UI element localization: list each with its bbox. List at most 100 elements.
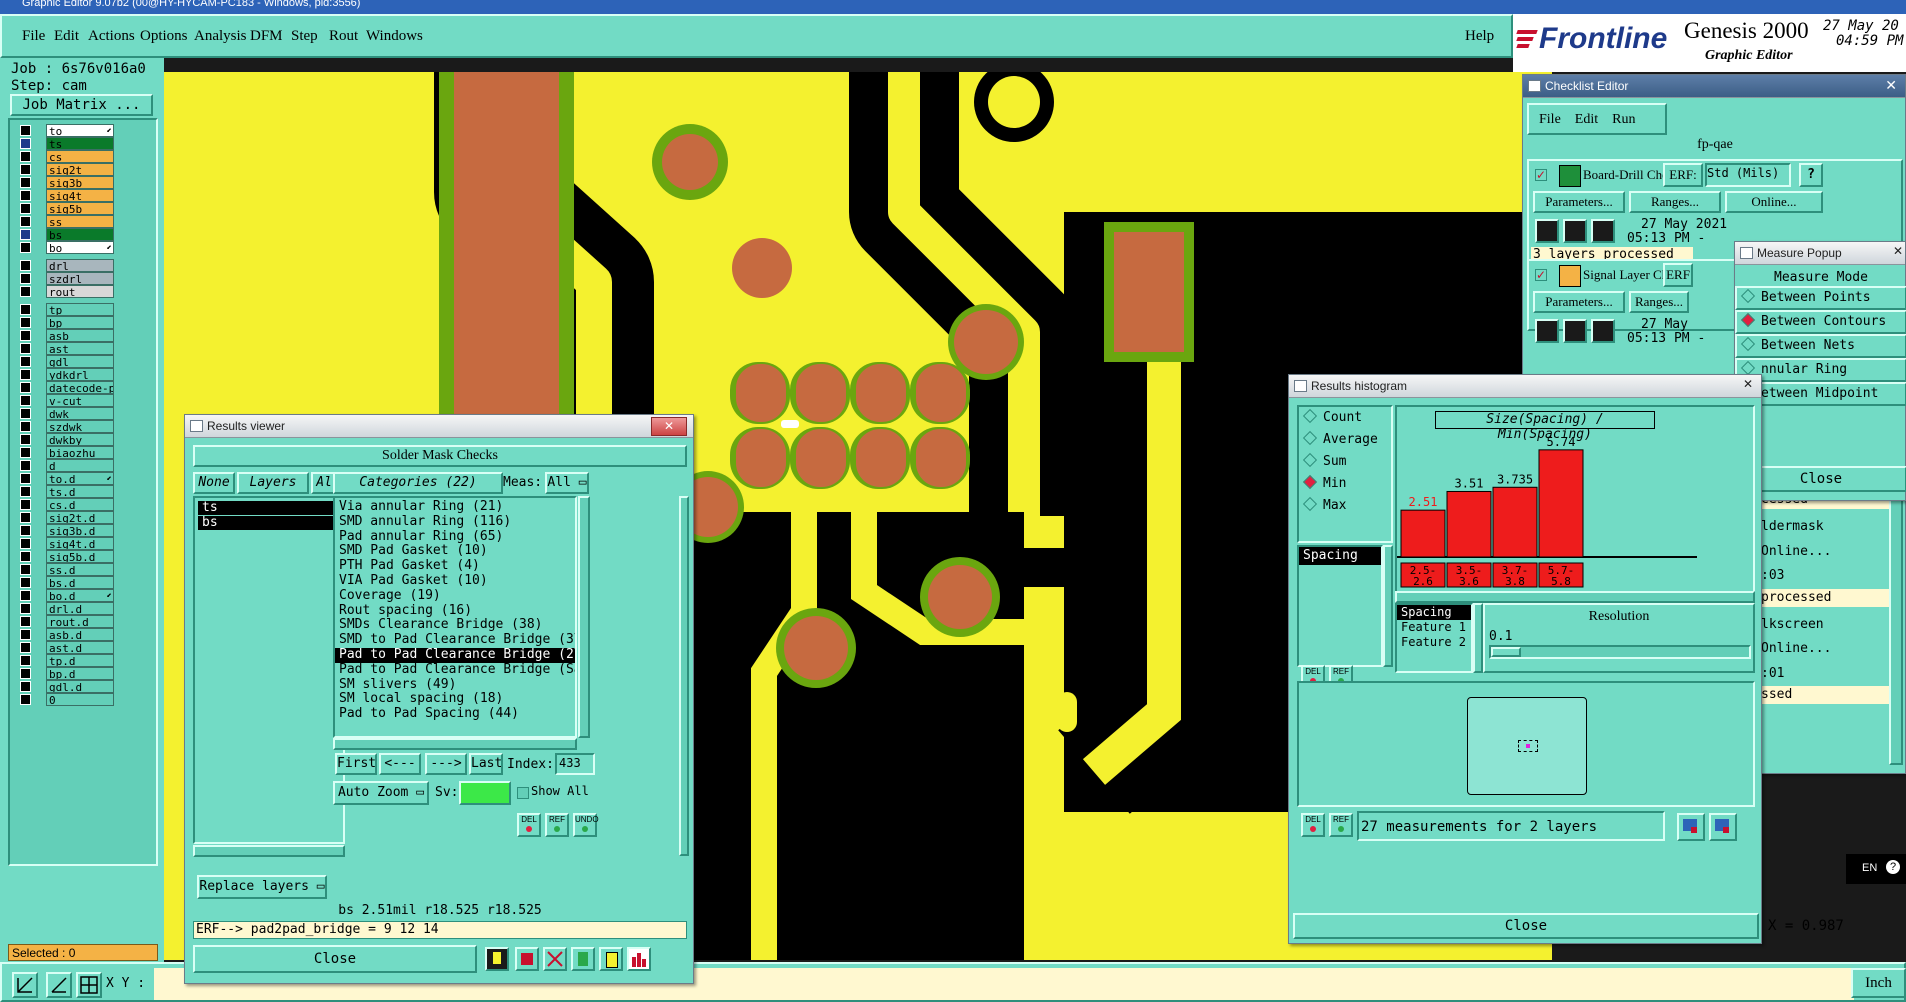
undo-icon[interactable]: UNDO	[573, 813, 599, 837]
category-item[interactable]: SMD Pad Gasket (10)	[335, 544, 575, 559]
menu-rout[interactable]: Rout	[329, 28, 358, 45]
category-item[interactable]: Via annular Ring (21)	[335, 499, 575, 515]
ranges-button-1[interactable]: Ranges...	[1629, 191, 1721, 213]
layer-label[interactable]: bs	[46, 228, 114, 241]
layer-checkbox[interactable]	[20, 229, 31, 240]
run-icon-2b[interactable]	[1563, 319, 1587, 343]
show-all-checkbox[interactable]	[517, 787, 529, 799]
layer-row[interactable]: dwk	[18, 407, 114, 420]
category-item[interactable]: SMD annular Ring (116)	[335, 514, 575, 530]
layer-checkbox[interactable]	[20, 330, 31, 341]
layer-row[interactable]: biaozhu	[18, 446, 114, 459]
layer-checkbox[interactable]	[20, 356, 31, 367]
erf-select-1[interactable]: ERF:	[1663, 163, 1703, 187]
layers-button[interactable]: Layers	[237, 472, 309, 494]
layer-checkbox[interactable]	[20, 177, 31, 188]
histogram-titlebar[interactable]: Results histogram ✕	[1289, 375, 1761, 398]
layer-label[interactable]: gdl.d	[46, 680, 114, 693]
layer-label[interactable]: ydkdrl	[46, 368, 114, 381]
layer-row[interactable]: bp.d	[18, 667, 114, 680]
hist-close-button[interactable]: Close	[1293, 913, 1759, 939]
results-viewer-titlebar[interactable]: Results viewer ✕	[185, 415, 693, 438]
layer-label[interactable]: ts.d	[46, 485, 114, 498]
prev-button[interactable]: <---	[379, 753, 421, 775]
layer-checkbox[interactable]	[20, 273, 31, 284]
index-input[interactable]: 433	[555, 753, 595, 775]
attr-item[interactable]: Feature 2	[1397, 635, 1471, 650]
layer-row[interactable]: gdl.d	[18, 680, 114, 693]
run-icon-1c[interactable]	[1591, 219, 1615, 243]
category-item[interactable]: Pad annular Ring (65)	[335, 529, 575, 545]
layer-row[interactable]: tp.d	[18, 654, 114, 667]
hist-ref-icon-2[interactable]: REF	[1329, 813, 1353, 837]
attr-item[interactable]: Feature 1	[1397, 620, 1471, 635]
category-item[interactable]: SM local spacing (18)	[335, 692, 575, 707]
resolution-slider[interactable]	[1489, 645, 1751, 659]
layer-checkbox[interactable]	[20, 616, 31, 627]
run-icon-1b[interactable]	[1563, 219, 1587, 243]
layer-label[interactable]: sig4t.d	[46, 537, 114, 550]
lang-indicator[interactable]: EN	[1862, 862, 1877, 874]
layer-row[interactable]: bs	[18, 228, 114, 241]
menu-dfm[interactable]: DFM	[250, 28, 283, 45]
layer-row[interactable]: 0	[18, 693, 114, 706]
layer-label[interactable]: sig3b.d	[46, 524, 114, 537]
histogram-close-icon[interactable]: ✕	[1743, 377, 1753, 391]
layer-row[interactable]: bo ⬋	[18, 241, 114, 254]
layer-row[interactable]: rout	[18, 285, 114, 298]
layer-row[interactable]: ydkdrl	[18, 368, 114, 381]
layer-checkbox[interactable]	[20, 512, 31, 523]
layer-label[interactable]: sig2t.d	[46, 511, 114, 524]
layer-checkbox[interactable]	[20, 260, 31, 271]
check-mark-icon-2[interactable]: ✓	[1535, 269, 1547, 281]
layer-row[interactable]: drl	[18, 259, 114, 272]
help-tray-icon[interactable]: ?	[1886, 860, 1900, 874]
layer-row[interactable]: v-cut	[18, 394, 114, 407]
sv-color-select[interactable]	[459, 781, 511, 805]
layer-label[interactable]: rout	[46, 285, 114, 298]
rv-vscroll-right[interactable]	[679, 496, 689, 856]
histogram-bar[interactable]	[1446, 490, 1492, 558]
layer-row[interactable]: sig5b	[18, 202, 114, 215]
layer-row[interactable]: sig5b.d	[18, 550, 114, 563]
layer-checkbox[interactable]	[20, 681, 31, 692]
layer-checkbox[interactable]	[20, 421, 31, 432]
attr-vscroll[interactable]	[1473, 603, 1483, 673]
layer-checkbox[interactable]	[20, 304, 31, 315]
layer-checkbox[interactable]	[20, 125, 31, 136]
layer-label[interactable]: rout.d	[46, 615, 114, 628]
menu-file[interactable]: File	[22, 28, 45, 45]
layer-row[interactable]: ts.d	[18, 485, 114, 498]
layer-checkbox[interactable]	[20, 577, 31, 588]
left-scrollbar[interactable]	[150, 122, 156, 862]
category-item[interactable]: Pad to Pad Clearance Bridge (Same	[335, 662, 575, 678]
result-layer-item[interactable]: ts	[198, 501, 340, 515]
histogram-icon[interactable]	[627, 947, 651, 971]
layer-row[interactable]: ss	[18, 215, 114, 228]
layer-label[interactable]: tp.d	[46, 654, 114, 667]
first-button[interactable]: First	[335, 753, 377, 775]
layer-checkbox[interactable]	[20, 286, 31, 297]
checklist-menu-run[interactable]: Run	[1612, 112, 1635, 127]
layer-checkbox[interactable]	[20, 551, 31, 562]
category-item[interactable]: Pad to Pad Spacing (44)	[335, 706, 575, 722]
layer-row[interactable]: to.d ⬋	[18, 472, 114, 485]
layer-checkbox[interactable]	[20, 642, 31, 653]
layer-row[interactable]: rout.d	[18, 615, 114, 628]
layer-row[interactable]: tp	[18, 303, 114, 316]
layer-list-hscroll[interactable]	[193, 845, 345, 857]
category-item[interactable]: SM slivers (49)	[335, 677, 575, 693]
layer-checkbox[interactable]	[20, 486, 31, 497]
help-icon-1[interactable]: ?	[1799, 163, 1823, 187]
layer-label[interactable]: d	[46, 459, 114, 472]
category-hscroll[interactable]	[333, 738, 577, 750]
layer-checkbox[interactable]	[20, 499, 31, 510]
layer-label[interactable]: gdl	[46, 355, 114, 368]
import-icon[interactable]	[1709, 813, 1737, 841]
auto-zoom-button[interactable]: Auto Zoom ▭	[333, 781, 429, 805]
layer-label[interactable]: to ⬋	[46, 124, 114, 137]
next-button[interactable]: --->	[425, 753, 467, 775]
layer-checkbox[interactable]	[20, 382, 31, 393]
layer-row[interactable]: szdrl	[18, 272, 114, 285]
layer-label[interactable]: to.d ⬋	[46, 472, 114, 485]
